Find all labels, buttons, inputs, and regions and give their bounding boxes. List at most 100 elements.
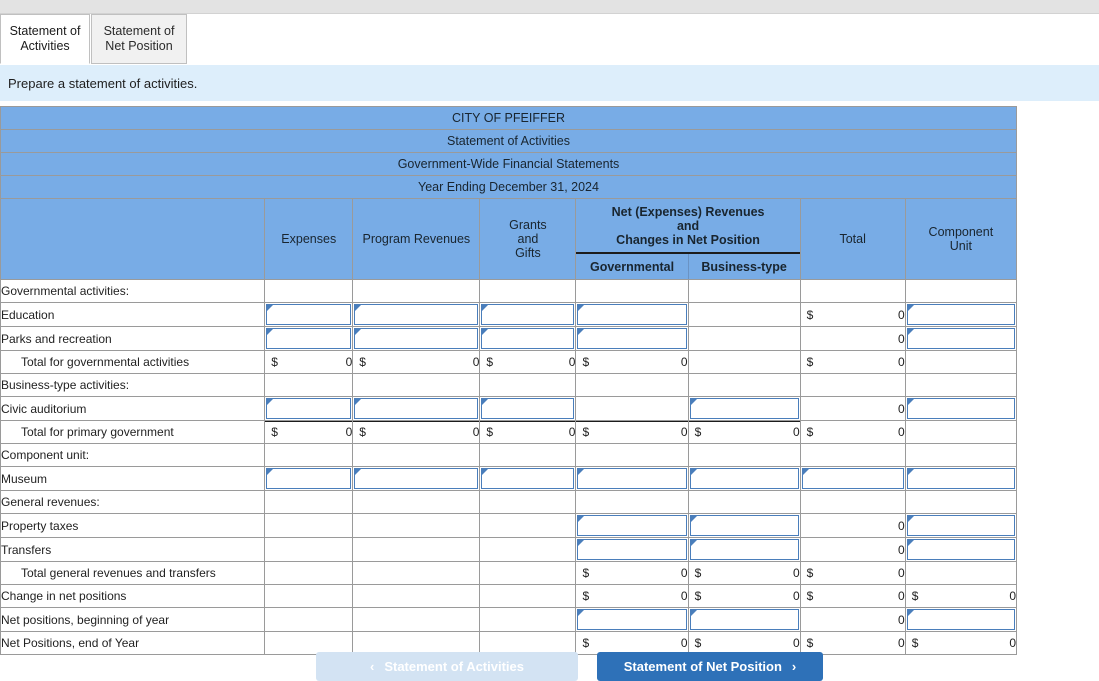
cell-input[interactable] [690,468,799,489]
cell-input[interactable] [577,515,686,536]
cell-input-wrapper[interactable] [353,303,480,327]
currency-symbol: $ [582,566,589,580]
cell-input[interactable] [690,515,799,536]
net-group-line3: Changes in Net Position [612,233,765,247]
cell-input[interactable] [266,398,351,419]
cell-input[interactable] [690,609,799,630]
cell-input-wrapper[interactable] [905,514,1016,538]
cell-input-wrapper[interactable] [353,327,480,351]
cell-input[interactable] [907,398,1015,419]
tab-label-line1: Statement of [104,24,175,39]
cell-input-wrapper[interactable] [905,327,1016,351]
cell-input[interactable] [690,539,799,560]
cell-input[interactable] [577,468,686,489]
cell-input-wrapper[interactable] [688,514,800,538]
row-label: General revenues: [1,491,265,514]
col-header-total: Total [800,199,905,280]
cell-input[interactable] [481,398,574,419]
cell-input-wrapper[interactable] [688,538,800,562]
tab-statement-of-net-position[interactable]: Statement of Net Position [91,14,187,64]
cell-empty [480,538,576,562]
table-row: General revenues: [1,491,1017,514]
cell-input-wrapper[interactable] [480,303,576,327]
cell-input[interactable] [690,398,799,419]
cell-input-wrapper[interactable] [576,467,688,491]
cell-input-wrapper[interactable] [265,467,353,491]
cell-value: $0 [480,421,576,444]
cell-input[interactable] [354,398,478,419]
cell-input-wrapper[interactable] [576,538,688,562]
cell-input-wrapper[interactable] [576,608,688,632]
cell-input-wrapper[interactable] [353,467,480,491]
row-label: Business-type activities: [1,374,265,397]
currency-symbol: $ [695,589,702,603]
cell-value: $0 [265,351,353,374]
col-header-component-unit: Component Unit [905,199,1016,280]
prev-statement-of-activities-button[interactable]: ‹ Statement of Activities [316,652,578,681]
net-group-line1: Net (Expenses) Revenues [612,205,765,219]
cell-amount: 0 [898,355,905,369]
cell-empty [688,491,800,514]
cell-value: $0 [905,585,1016,608]
cell-input[interactable] [354,304,478,325]
cell-input[interactable] [481,328,574,349]
cell-input-wrapper[interactable] [576,327,688,351]
cell-input-wrapper[interactable] [800,467,905,491]
cell-input-wrapper[interactable] [480,467,576,491]
cell-input-wrapper[interactable] [905,303,1016,327]
cell-input[interactable] [577,539,686,560]
cell-input[interactable] [802,468,904,489]
tab-statement-of-activities[interactable]: Statement of Activities [0,14,90,64]
col-header-net-expenses-group: Net (Expenses) Revenues and Changes in N… [576,199,800,280]
cell-input-wrapper[interactable] [688,608,800,632]
cell-input-wrapper[interactable] [905,397,1016,421]
cell-input[interactable] [907,609,1015,630]
cell-empty [688,280,800,303]
cell-input-wrapper[interactable] [265,397,353,421]
cell-value: 0 [800,608,905,632]
cell-input[interactable] [577,328,686,349]
statement-of-activities-worksheet: CITY OF PFEIFFER Statement of Activities… [0,106,1017,655]
cell-input[interactable] [907,304,1015,325]
cell-value: 0 [800,397,905,421]
row-label: Museum [1,467,265,491]
sheet-title-row: Year Ending December 31, 2024 [1,176,1017,199]
cell-empty [265,444,353,467]
cell-input-wrapper[interactable] [688,397,800,421]
cell-input[interactable] [577,609,686,630]
cell-input[interactable] [907,328,1015,349]
cell-input-wrapper[interactable] [905,538,1016,562]
table-row: Governmental activities: [1,280,1017,303]
cell-input[interactable] [481,468,574,489]
table-row: Education$0 [1,303,1017,327]
cell-input[interactable] [354,468,478,489]
cell-empty [353,538,480,562]
currency-symbol: $ [807,589,814,603]
cell-input[interactable] [907,515,1015,536]
currency-symbol: $ [271,425,278,439]
cell-input[interactable] [481,304,574,325]
next-statement-of-net-position-button[interactable]: Statement of Net Position › [597,652,823,681]
sheet-title-4: Year Ending December 31, 2024 [1,176,1017,199]
cell-input-wrapper[interactable] [480,397,576,421]
cell-input-wrapper[interactable] [353,397,480,421]
cell-input-wrapper[interactable] [905,467,1016,491]
row-label: Parks and recreation [1,327,265,351]
cell-input-wrapper[interactable] [265,327,353,351]
cell-input[interactable] [907,468,1015,489]
cell-empty [905,421,1016,444]
cell-input[interactable] [266,468,351,489]
sheet-title-row: CITY OF PFEIFFER [1,107,1017,130]
cell-input[interactable] [907,539,1015,560]
cell-input-wrapper[interactable] [576,514,688,538]
cell-input-wrapper[interactable] [576,303,688,327]
cell-input[interactable] [266,304,351,325]
cell-input-wrapper[interactable] [480,327,576,351]
cell-input-wrapper[interactable] [265,303,353,327]
cell-input-wrapper[interactable] [905,608,1016,632]
cell-input[interactable] [266,328,351,349]
cell-input[interactable] [577,304,686,325]
cell-input[interactable] [354,328,478,349]
cell-input-wrapper[interactable] [688,467,800,491]
cell-empty [480,491,576,514]
